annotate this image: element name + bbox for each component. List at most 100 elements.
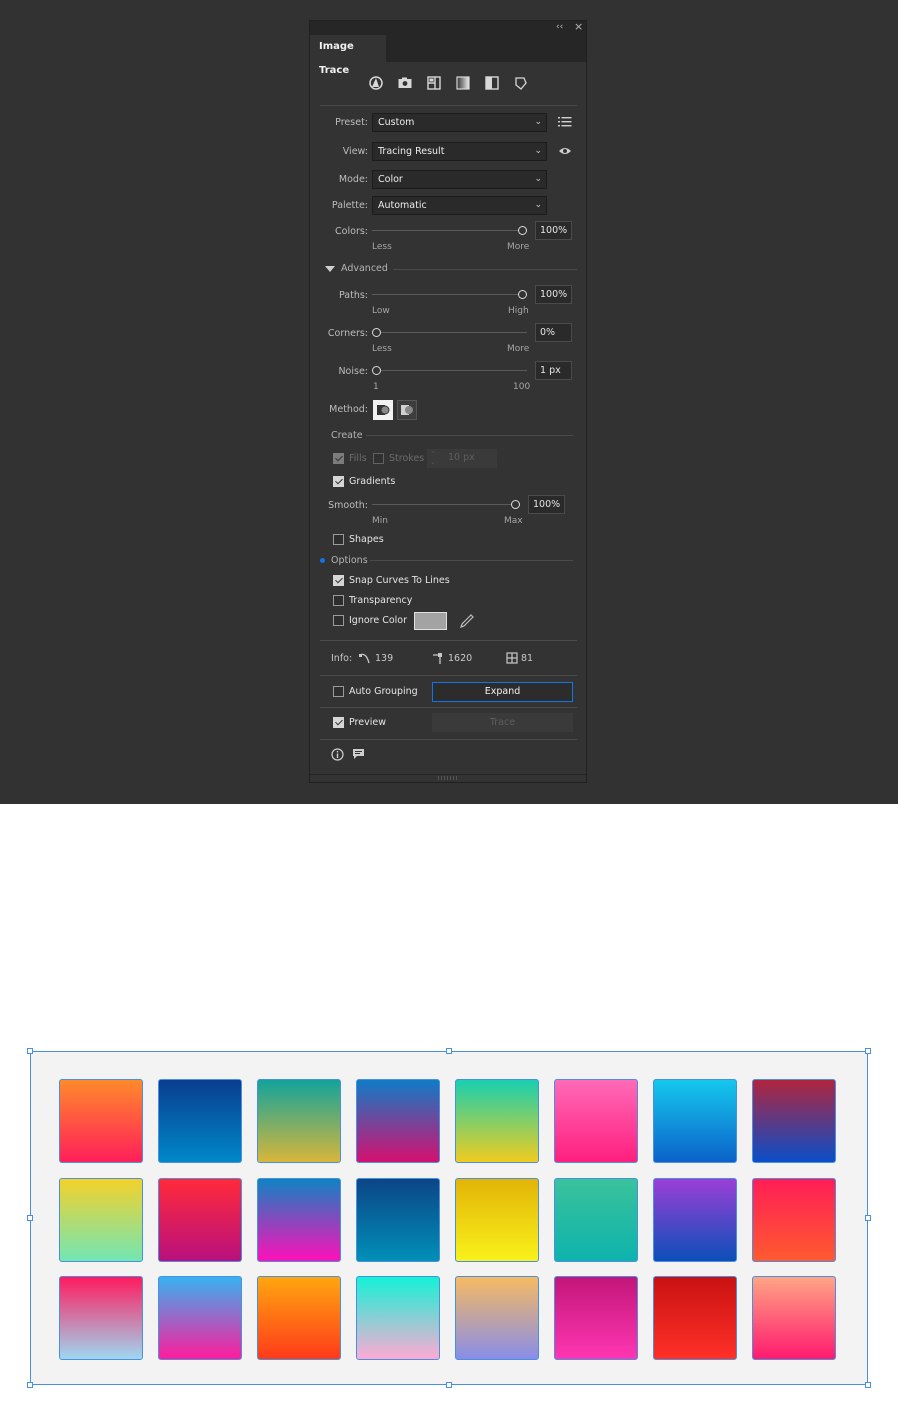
fills-label: Fills [349,453,367,464]
eyedropper-icon[interactable] [458,613,475,630]
smooth-value-field[interactable]: 100% [528,495,565,514]
info-label: Info: [331,653,353,664]
divider [320,640,577,641]
speech-bubble-icon[interactable] [352,748,365,761]
fills-checkbox[interactable] [333,453,344,464]
strokes-checkbox[interactable] [373,453,384,464]
noise-max-label: 100 [513,382,531,392]
corners-slider-track[interactable] [372,332,527,333]
tab-image-trace[interactable]: Image Trace [310,35,386,76]
strokes-width-value: 10 px [448,452,475,463]
divider [393,269,577,270]
preset-label: Preset: [335,117,368,128]
noise-slider-knob[interactable] [372,366,381,375]
colors-min-label: Less [372,242,392,252]
ignore-color-checkbox[interactable] [333,615,344,626]
close-icon[interactable]: × [574,20,583,33]
paths-max-label: High [508,306,529,316]
palette-dropdown[interactable]: Automatic ⌄ [372,196,547,215]
view-value: Tracing Result [378,146,445,157]
colors-value-field[interactable]: 100% [535,221,572,240]
corners-slider-knob[interactable] [372,328,381,337]
eye-icon[interactable] [558,146,572,156]
auto-color-icon[interactable] [368,75,384,91]
auto-grouping-checkbox[interactable] [333,686,344,697]
ignore-color-swatch[interactable] [414,612,447,630]
paths-slider-knob[interactable] [518,290,527,299]
method-overlapping-button[interactable] [397,400,417,420]
preset-value: Custom [378,117,415,128]
triangle-down-icon[interactable] [325,266,335,273]
camera-icon[interactable] [397,75,413,91]
divider [320,707,577,708]
selection-handle[interactable] [865,1048,871,1054]
expand-button[interactable]: Expand [432,682,573,702]
noise-slider-track[interactable] [372,370,527,371]
snap-curves-checkbox[interactable] [333,575,344,586]
smooth-slider-knob[interactable] [511,500,520,509]
smooth-max-label: Max [504,516,523,526]
selection-handle[interactable] [27,1215,33,1221]
info-icon[interactable] [331,748,344,761]
preview-label: Preview [349,717,386,728]
gradients-checkbox[interactable] [333,476,344,487]
grayscale-icon[interactable] [455,75,471,91]
abutting-method-icon [377,405,390,415]
selection-handle[interactable] [446,1382,452,1388]
paths-value-field[interactable]: 100% [535,285,572,304]
mode-label: Mode: [338,174,368,185]
selection-handle[interactable] [865,1215,871,1221]
advanced-toggle[interactable]: Advanced [341,263,388,274]
corners-max-label: More [507,344,530,354]
info-colors-value: 81 [521,653,534,664]
chevron-down-icon: ⌄ [534,200,542,210]
preset-dropdown[interactable]: Custom ⌄ [372,113,547,132]
palette-value: Automatic [378,200,427,211]
selection-handle[interactable] [27,1048,33,1054]
black-white-icon[interactable] [484,75,500,91]
selection-handle[interactable] [27,1382,33,1388]
smooth-label: Smooth: [328,500,368,511]
chevron-down-icon: ⌄ [534,117,542,127]
paths-slider-track[interactable] [372,294,527,295]
resize-grip[interactable] [438,776,458,780]
view-dropdown[interactable]: Tracing Result ⌄ [372,142,547,161]
divider [310,774,586,775]
selection-bounding-box[interactable] [30,1051,868,1385]
trace-button[interactable]: Trace [432,713,573,732]
chevron-down-icon: ⌄ [534,174,542,184]
stepper-arrows-icon: ⌃ ⌄ [430,450,436,466]
selection-handle[interactable] [865,1382,871,1388]
tab-strip: Image Trace [310,35,586,76]
outline-icon[interactable] [513,75,529,91]
shapes-checkbox[interactable] [333,534,344,545]
panel-title-bar[interactable]: ‹‹ × [310,20,586,35]
corners-label: Corners: [327,328,368,339]
divider [320,675,577,676]
chevron-down-icon: ⌄ [534,146,542,156]
colors-slider-track[interactable] [372,230,527,231]
method-abutting-button[interactable] [373,400,393,420]
preset-menu-icon[interactable] [558,116,572,128]
transparency-checkbox[interactable] [333,595,344,606]
info-paths-value: 139 [375,653,394,664]
palette-label: Palette: [331,200,368,211]
mode-dropdown[interactable]: Color ⌄ [372,170,547,189]
divider [366,435,573,436]
corners-value-field[interactable]: 0% [535,323,572,342]
noise-value-field[interactable]: 1 px [535,361,572,380]
selection-handle[interactable] [446,1048,452,1054]
strokes-width-field[interactable]: ⌃ ⌄ 10 px [427,449,497,468]
image-trace-panel: ‹‹ × Image Trace Preset: Custom ⌄ View: … [309,20,587,783]
smooth-slider-track[interactable] [372,504,520,505]
preview-checkbox[interactable] [333,717,344,728]
collapse-icon[interactable]: ‹‹ [556,22,563,32]
divider [320,739,577,740]
auto-grouping-label: Auto Grouping [349,686,418,697]
transparency-label: Transparency [349,595,413,606]
low-color-icon[interactable] [426,75,442,91]
colors-slider-knob[interactable] [518,226,527,235]
colors-count-icon [506,652,518,664]
gradients-label: Gradients [349,476,396,487]
anchors-count-icon [433,653,442,664]
